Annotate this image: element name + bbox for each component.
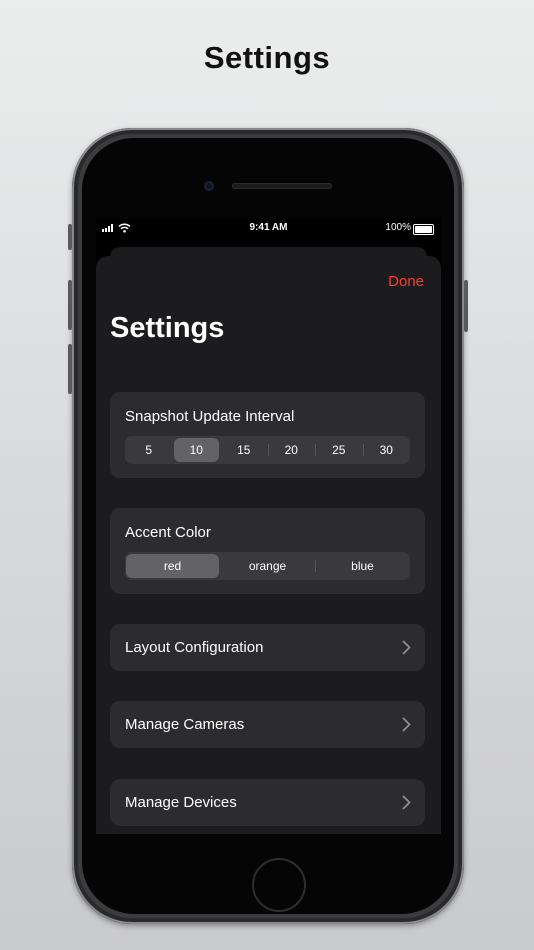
snapshot-interval-control: 5 10 15 20 25 30 [125, 436, 410, 464]
manage-cameras-label: Manage Cameras [125, 716, 245, 733]
segment-accent-blue[interactable]: blue [315, 554, 409, 578]
battery-icon [413, 224, 434, 235]
volume-up-button [68, 280, 72, 330]
phone-screen: 9:41 AM 100% Done Settings Snapshot Upda… [96, 218, 441, 834]
accent-color-label: Accent Color [125, 524, 211, 541]
done-button[interactable]: Done [388, 273, 424, 290]
page-title: Settings [110, 312, 225, 344]
home-button[interactable] [252, 858, 306, 912]
chevron-right-icon [402, 795, 411, 810]
chevron-right-icon [402, 640, 411, 655]
layout-configuration-row[interactable]: Layout Configuration [110, 624, 425, 671]
power-button [464, 280, 468, 332]
earpiece-speaker [232, 183, 332, 189]
snapshot-interval-label: Snapshot Update Interval [125, 408, 295, 425]
marketing-headline: Settings [203, 40, 331, 75]
battery-percentage: 100% [385, 222, 411, 233]
segment-accent-red[interactable]: red [126, 554, 219, 578]
settings-sheet: Done Settings Snapshot Update Interval 5… [96, 256, 441, 834]
status-bar: 9:41 AM 100% [96, 218, 441, 238]
snapshot-interval-card: Snapshot Update Interval 5 10 15 20 25 3… [110, 392, 425, 478]
accent-color-control: red orange blue [125, 552, 410, 580]
segment-interval-10[interactable]: 10 [173, 438, 219, 462]
segment-interval-25[interactable]: 25 [315, 438, 362, 462]
segment-interval-20[interactable]: 20 [267, 438, 315, 462]
layout-configuration-label: Layout Configuration [125, 639, 264, 656]
segment-interval-30[interactable]: 30 [362, 438, 410, 462]
mute-switch [68, 224, 72, 250]
chevron-right-icon [402, 717, 411, 732]
manage-cameras-row[interactable]: Manage Cameras [110, 701, 425, 748]
manage-devices-row[interactable]: Manage Devices [110, 779, 425, 826]
volume-down-button [68, 344, 72, 394]
front-camera-icon [204, 181, 214, 191]
accent-color-card: Accent Color red orange blue [110, 508, 425, 594]
segment-interval-15[interactable]: 15 [221, 438, 267, 462]
segment-accent-orange[interactable]: orange [221, 554, 314, 578]
manage-devices-label: Manage Devices [125, 794, 237, 811]
segment-interval-5[interactable]: 5 [126, 438, 172, 462]
